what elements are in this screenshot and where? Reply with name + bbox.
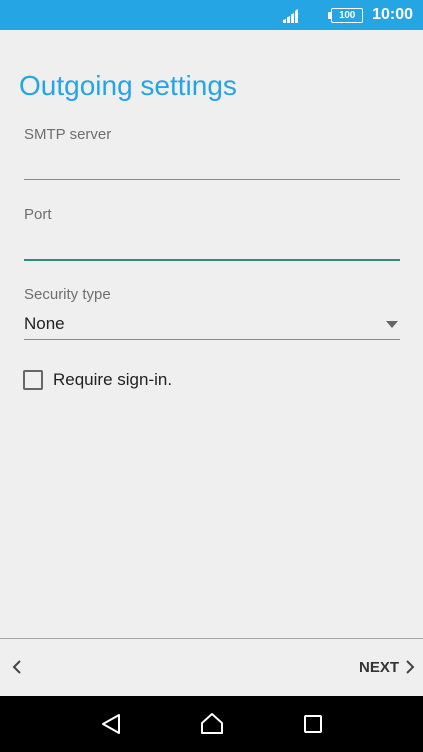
triangle-back-icon [101,714,120,734]
next-button[interactable]: NEXT [359,654,415,680]
nav-home-button[interactable] [192,704,232,744]
battery-icon: 100 [328,7,364,23]
smtp-server-input[interactable] [24,153,400,179]
next-label: NEXT [358,658,399,676]
smtp-server-label: SMTP server [24,126,112,143]
security-type-value: None [24,314,65,333]
dropdown-arrow-icon [386,320,398,328]
port-input[interactable] [24,233,400,259]
security-type-label: Security type [24,286,111,303]
home-icon [200,713,223,734]
security-type-field: Security type None [24,286,400,340]
nav-back-button[interactable] [91,704,131,744]
navigation-bar [0,696,423,752]
security-type-select[interactable]: None [24,309,400,339]
port-underline [24,259,400,261]
footer-divider [0,638,423,639]
battery-level: 100 [339,9,355,21]
status-bar: 100 10:00 [0,0,423,30]
signal-icon [283,9,299,23]
require-signin-row[interactable]: Require sign-in. [23,370,172,390]
back-button[interactable] [6,654,28,680]
chevron-right-icon [406,660,415,674]
square-recents-icon [303,715,322,733]
smtp-server-underline [24,179,400,180]
port-label: Port [24,206,52,223]
clock: 10:00 [372,6,413,23]
require-signin-label: Require sign-in. [53,370,173,389]
page-title: Outgoing settings [19,70,237,101]
port-field: Port [24,206,400,261]
chevron-left-icon [12,660,21,674]
nav-recents-button[interactable] [293,704,333,744]
security-type-underline [24,339,400,340]
smtp-server-field: SMTP server [24,126,400,180]
require-signin-checkbox[interactable] [23,370,43,390]
